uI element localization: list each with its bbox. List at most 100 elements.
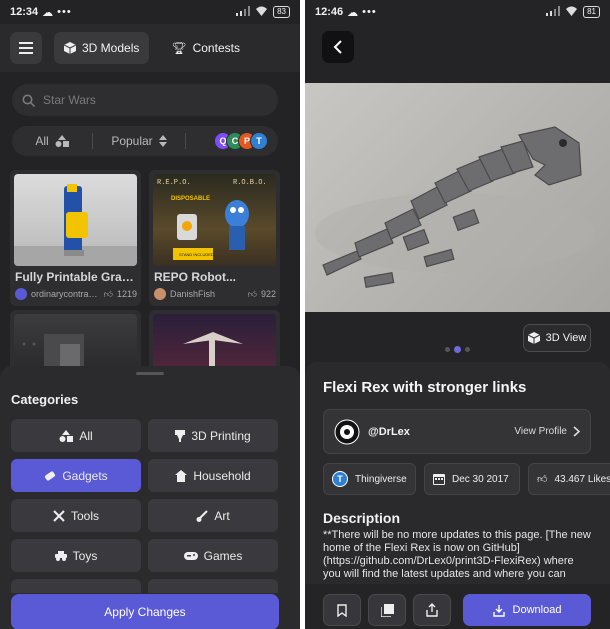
category-label: Toys [72, 548, 98, 563]
flexi-rex-render [315, 126, 595, 289]
action-bar: Download [305, 584, 610, 629]
thumbs-up-icon: 👍︎ [537, 474, 548, 485]
category-art[interactable]: Art [148, 499, 278, 532]
shapes-icon [55, 135, 69, 147]
model-meta: ordinarycontrap... 👍︎ 1219 [15, 288, 137, 300]
likes-chip[interactable]: 👍︎ 43.467 Likes [528, 463, 610, 495]
search-input[interactable]: Star Wars [12, 84, 278, 116]
category-tools[interactable]: Tools [11, 499, 141, 532]
3d-view-label: 3D View [545, 332, 587, 344]
category-label: Gadgets [62, 468, 108, 483]
category-more[interactable] [148, 579, 278, 593]
source-filter[interactable]: Q C P T [214, 132, 278, 150]
author-profile-card[interactable]: @DrLex View Profile [323, 409, 591, 454]
filter-divider [185, 133, 186, 149]
model-card[interactable]: Fully Printable Gravi... ordinarycontrap… [10, 170, 141, 306]
thingiverse-icon: T [332, 471, 348, 487]
category-all[interactable]: All [11, 419, 141, 452]
thumb-text-disposable: DISPOSABLE [171, 196, 210, 202]
status-dots: ••• [57, 6, 72, 18]
category-toys[interactable]: Toys [11, 539, 141, 572]
tab-3d-models-label: 3D Models [82, 41, 140, 55]
toy-car-icon [54, 550, 67, 561]
pager-dot-active[interactable] [454, 346, 461, 353]
pager-dot[interactable] [465, 347, 470, 352]
model-photo[interactable] [305, 83, 610, 312]
collection-button[interactable] [368, 594, 406, 626]
cloud-icon: ☁ [42, 6, 54, 19]
thumbs-up-icon: 👍︎ [103, 288, 113, 299]
model-detail-panel: Flexi Rex with stronger links @DrLex Vie… [305, 362, 610, 629]
gadget-icon [45, 470, 56, 481]
gamepad-icon [183, 551, 198, 560]
author-name: @DrLex [368, 425, 410, 438]
category-gadgets[interactable]: Gadgets [11, 459, 141, 492]
cloud-icon: ☁ [347, 6, 359, 19]
3d-view-button[interactable]: 3D View [523, 324, 591, 352]
apply-changes-button[interactable]: Apply Changes [11, 594, 279, 629]
source-chip[interactable]: T Thingiverse [323, 463, 416, 495]
pager-dot[interactable] [445, 347, 450, 352]
download-button[interactable]: Download [463, 594, 591, 626]
category-label: All [79, 428, 93, 443]
category-games[interactable]: Games [148, 539, 278, 572]
menu-button[interactable] [10, 32, 42, 64]
category-filter[interactable]: All [12, 134, 92, 148]
author-avatar [334, 419, 360, 444]
author-avatar [15, 288, 27, 300]
model-card[interactable]: R.E.P.O. R.O.B.O. DISPOSABLE STAND INCLU… [149, 170, 280, 306]
shapes-icon [59, 429, 74, 442]
tab-contests-label: Contests [192, 41, 240, 55]
filter-bar: All Popular Q C P T [12, 126, 278, 156]
thumb-text-robo: R.O.B.O. [233, 179, 267, 187]
source-label: Thingiverse [355, 473, 407, 485]
category-more[interactable] [11, 579, 141, 593]
model-detail-screen: 12:46 ☁ ••• 81 3D View Flexi Rex with st… [305, 0, 610, 629]
model-thumbnail: R.E.P.O. R.O.B.O. DISPOSABLE STAND INCLU… [153, 174, 276, 266]
back-button[interactable] [322, 31, 354, 63]
gravity-knife-render [14, 184, 137, 266]
repo-robot-render: R.E.P.O. R.O.B.O. DISPOSABLE STAND INCLU… [157, 179, 267, 260]
house-icon [175, 469, 188, 482]
tab-3d-models[interactable]: 3D Models [54, 32, 150, 64]
printer-nozzle-icon [175, 429, 186, 442]
sort-filter[interactable]: Popular [93, 134, 185, 148]
model-title: Fully Printable Gravi... [15, 270, 137, 284]
trophy-icon: 🏆︎ [171, 41, 187, 55]
wifi-icon [255, 6, 268, 19]
cube-icon [64, 42, 76, 54]
bookmark-button[interactable] [323, 594, 361, 626]
model-meta: DanishFish 👍︎ 922 [154, 288, 276, 300]
description-text: **There will be no more updates to this … [323, 529, 591, 580]
status-dots: ••• [362, 6, 377, 18]
view-profile-link[interactable]: View Profile [514, 426, 580, 437]
tab-contests[interactable]: 🏆︎ Contests [161, 32, 250, 64]
categories-heading: Categories [11, 392, 79, 407]
signal-icon [236, 5, 251, 19]
category-filter-label: All [35, 134, 49, 148]
status-bar: 12:34 ☁ ••• 83 [0, 0, 300, 24]
image-pager [445, 346, 470, 353]
models-screen: 12:34 ☁ ••• 83 3D Models 🏆︎ Contests Sta… [0, 0, 300, 629]
model-author: DanishFish [170, 289, 216, 299]
model-thumbnail [14, 174, 137, 266]
brush-icon [196, 509, 209, 522]
date-label: Dec 30 2017 [452, 473, 509, 485]
tools-icon [53, 509, 65, 522]
sort-filter-label: Popular [111, 134, 153, 148]
battery-icon: 81 [583, 6, 600, 18]
category-label: Games [203, 548, 243, 563]
share-button[interactable] [413, 594, 451, 626]
calendar-icon [433, 474, 445, 485]
collection-icon [380, 603, 394, 617]
date-chip: Dec 30 2017 [424, 463, 520, 495]
category-household[interactable]: Household [148, 459, 278, 492]
status-time: 12:46 [315, 6, 344, 18]
category-3d-printing[interactable]: 3D Printing [148, 419, 278, 452]
likes-label: 43.467 Likes [554, 473, 610, 485]
model-likes: 922 [260, 289, 276, 299]
chevron-left-icon [333, 40, 342, 54]
sheet-handle[interactable] [136, 372, 164, 375]
thumb-text-repo: R.E.P.O. [157, 179, 191, 187]
wifi-icon [565, 6, 578, 19]
